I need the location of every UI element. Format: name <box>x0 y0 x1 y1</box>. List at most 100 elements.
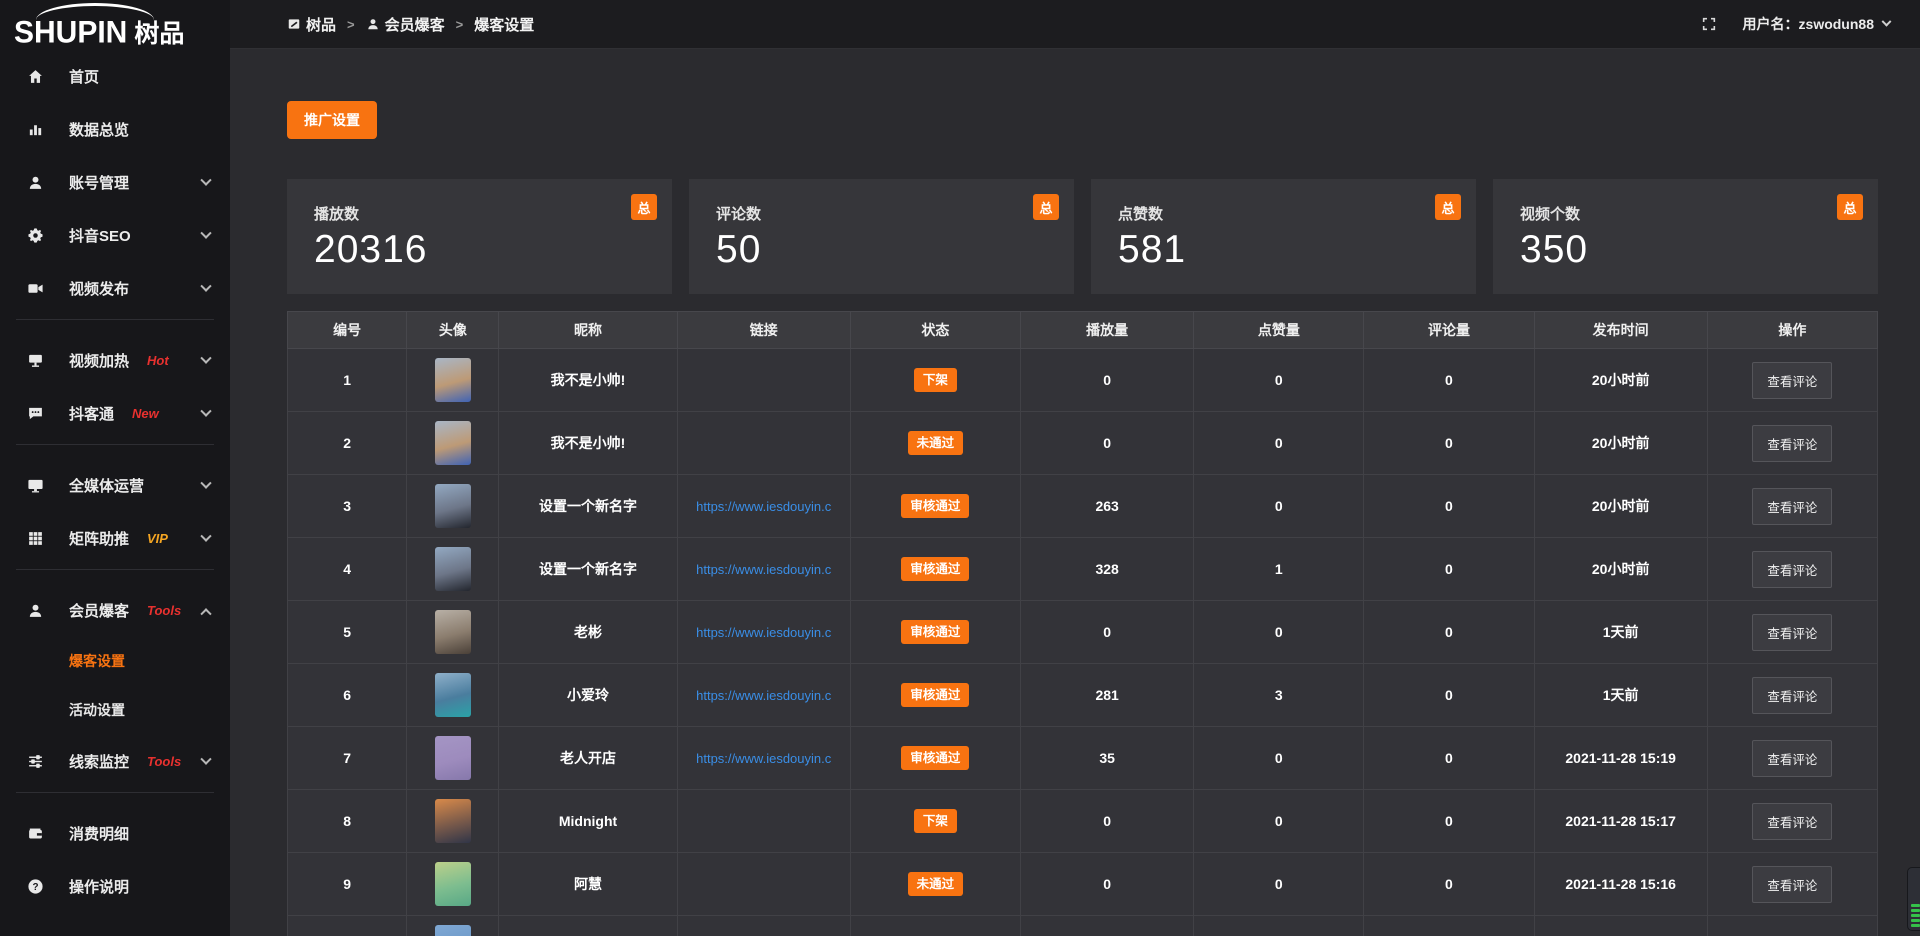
sliders-icon <box>27 753 44 770</box>
sidebar-item[interactable]: 抖音SEO <box>0 209 230 262</box>
stat-label: 视频个数 <box>1520 203 1878 224</box>
cell-comments: 0 <box>1364 853 1534 916</box>
video-link[interactable]: https://www.iesdouyin.c <box>696 625 831 640</box>
sidebar-item[interactable]: 会员爆客 Tools <box>0 584 230 637</box>
sidebar-item[interactable]: 视频加热 Hot <box>0 334 230 387</box>
cell-comments: 0 <box>1364 727 1534 790</box>
cell-nickname: 小爱玲 <box>499 664 677 727</box>
cell-avatar <box>407 853 499 916</box>
breadcrumb: 树品>会员爆客>爆客设置 <box>287 14 534 35</box>
sidebar-item-badge: VIP <box>147 531 168 546</box>
user-menu[interactable]: 用户名： zswodun88 <box>1743 14 1890 34</box>
avatar <box>435 358 471 402</box>
stat-card: 评论数 50 总 <box>689 179 1074 294</box>
sidebar-item[interactable]: 数据总览 <box>0 103 230 156</box>
cell-nickname: 我不是小帅! <box>499 412 677 475</box>
cell-link <box>677 412 850 475</box>
stat-card: 视频个数 350 总 <box>1493 179 1878 294</box>
cell-status: 审核通过 <box>850 475 1020 538</box>
sidebar-divider <box>16 444 214 445</box>
cell-status: 审核通过 <box>850 727 1020 790</box>
cell-status: 下架 <box>850 349 1020 412</box>
sidebar-item-badge: Tools <box>147 603 181 618</box>
breadcrumb-item[interactable]: 树品 <box>287 14 336 35</box>
view-comments-button[interactable]: 查看评论 <box>1752 488 1832 525</box>
sidebar-item[interactable]: 抖客通 New <box>0 387 230 440</box>
cell-link: https://www.iesdouyin.c <box>677 727 850 790</box>
cell-link: https://www.iesdouyin.c <box>677 601 850 664</box>
view-comments-button[interactable]: 查看评论 <box>1752 614 1832 651</box>
sidebar-subitem[interactable]: 爆客设置 <box>0 637 230 686</box>
view-comments-button[interactable]: 查看评论 <box>1752 740 1832 777</box>
cell-avatar <box>407 790 499 853</box>
chevron-down-icon <box>200 530 211 541</box>
topbar: 树品>会员爆客>爆客设置 用户名： zswodun88 <box>230 0 1920 48</box>
sidebar-item[interactable]: 消费明细 <box>0 807 230 860</box>
sidebar-nav: 首页 数据总览 账号管理 抖音SEO 视频发布 视频加热 Hot 抖客通 New <box>0 50 230 913</box>
sidebar-item[interactable]: 首页 <box>0 50 230 103</box>
svg-text:?: ? <box>32 882 38 893</box>
sidebar-item[interactable]: 线索监控 Tools <box>0 735 230 788</box>
view-comments-button[interactable]: 查看评论 <box>1752 362 1832 399</box>
stat-label: 评论数 <box>716 203 1074 224</box>
chevron-down-icon <box>200 352 211 363</box>
cell-publish-time: 20小时前 <box>1534 475 1707 538</box>
breadcrumb-item[interactable]: 爆客设置 <box>474 14 534 35</box>
status-badge: 审核通过 <box>901 557 969 582</box>
table-row <box>288 916 1878 936</box>
avatar <box>435 421 471 465</box>
view-comments-button[interactable]: 查看评论 <box>1752 803 1832 840</box>
widget-bar <box>1911 909 1920 912</box>
sidebar-item[interactable]: 全媒体运营 <box>0 459 230 512</box>
cell-publish-time: 1天前 <box>1534 664 1707 727</box>
stat-value: 20316 <box>314 228 672 272</box>
status-badge: 未通过 <box>908 872 964 897</box>
column-header: 链接 <box>677 312 850 349</box>
status-badge: 下架 <box>914 368 957 393</box>
cell-comments <box>1364 916 1534 936</box>
cell-id: 4 <box>288 538 407 601</box>
table-row: 3 设置一个新名字 https://www.iesdouyin.c 审核通过 2… <box>288 475 1878 538</box>
cell-avatar <box>407 916 499 936</box>
question-icon: ? <box>27 878 44 895</box>
floating-widget[interactable] <box>1907 867 1920 931</box>
cell-comments: 0 <box>1364 664 1534 727</box>
breadcrumb-label: 爆客设置 <box>474 14 534 35</box>
cell-action: 查看评论 <box>1707 475 1877 538</box>
cell-plays <box>1020 916 1193 936</box>
cell-link <box>677 916 850 936</box>
cell-action: 查看评论 <box>1707 790 1877 853</box>
cell-link: https://www.iesdouyin.c <box>677 664 850 727</box>
sidebar-item[interactable]: 视频发布 <box>0 262 230 315</box>
sidebar-item[interactable]: 矩阵助推 VIP <box>0 512 230 565</box>
cell-nickname: 设置一个新名字 <box>499 538 677 601</box>
chevron-down-icon <box>200 405 211 416</box>
view-comments-button[interactable]: 查看评论 <box>1752 551 1832 588</box>
cell-plays: 0 <box>1020 790 1193 853</box>
video-link[interactable]: https://www.iesdouyin.c <box>696 499 831 514</box>
fullscreen-icon[interactable] <box>1701 16 1717 32</box>
status-badge: 审核通过 <box>901 494 969 519</box>
cell-publish-time: 2021-11-28 15:19 <box>1534 727 1707 790</box>
sidebar-gap <box>0 324 230 334</box>
cell-plays: 0 <box>1020 412 1193 475</box>
view-comments-button[interactable]: 查看评论 <box>1752 425 1832 462</box>
cell-id: 3 <box>288 475 407 538</box>
sidebar-item[interactable]: 账号管理 <box>0 156 230 209</box>
chevron-down-icon <box>1882 16 1892 26</box>
view-comments-button[interactable]: 查看评论 <box>1752 677 1832 714</box>
cell-likes: 0 <box>1194 349 1364 412</box>
breadcrumb-item[interactable]: 会员爆客 <box>366 14 445 35</box>
sidebar-subitem[interactable]: 活动设置 <box>0 686 230 735</box>
promotion-settings-button[interactable]: 推广设置 <box>287 101 377 139</box>
cell-action: 查看评论 <box>1707 664 1877 727</box>
monitor-icon <box>27 477 44 494</box>
view-comments-button[interactable]: 查看评论 <box>1752 866 1832 903</box>
sidebar-item-badge: Hot <box>147 353 169 368</box>
breadcrumb-separator: > <box>347 17 355 32</box>
video-link[interactable]: https://www.iesdouyin.c <box>696 562 831 577</box>
sidebar-item[interactable]: ? 操作说明 <box>0 860 230 913</box>
video-link[interactable]: https://www.iesdouyin.c <box>696 751 831 766</box>
video-link[interactable]: https://www.iesdouyin.c <box>696 688 831 703</box>
page-icon <box>287 17 301 31</box>
